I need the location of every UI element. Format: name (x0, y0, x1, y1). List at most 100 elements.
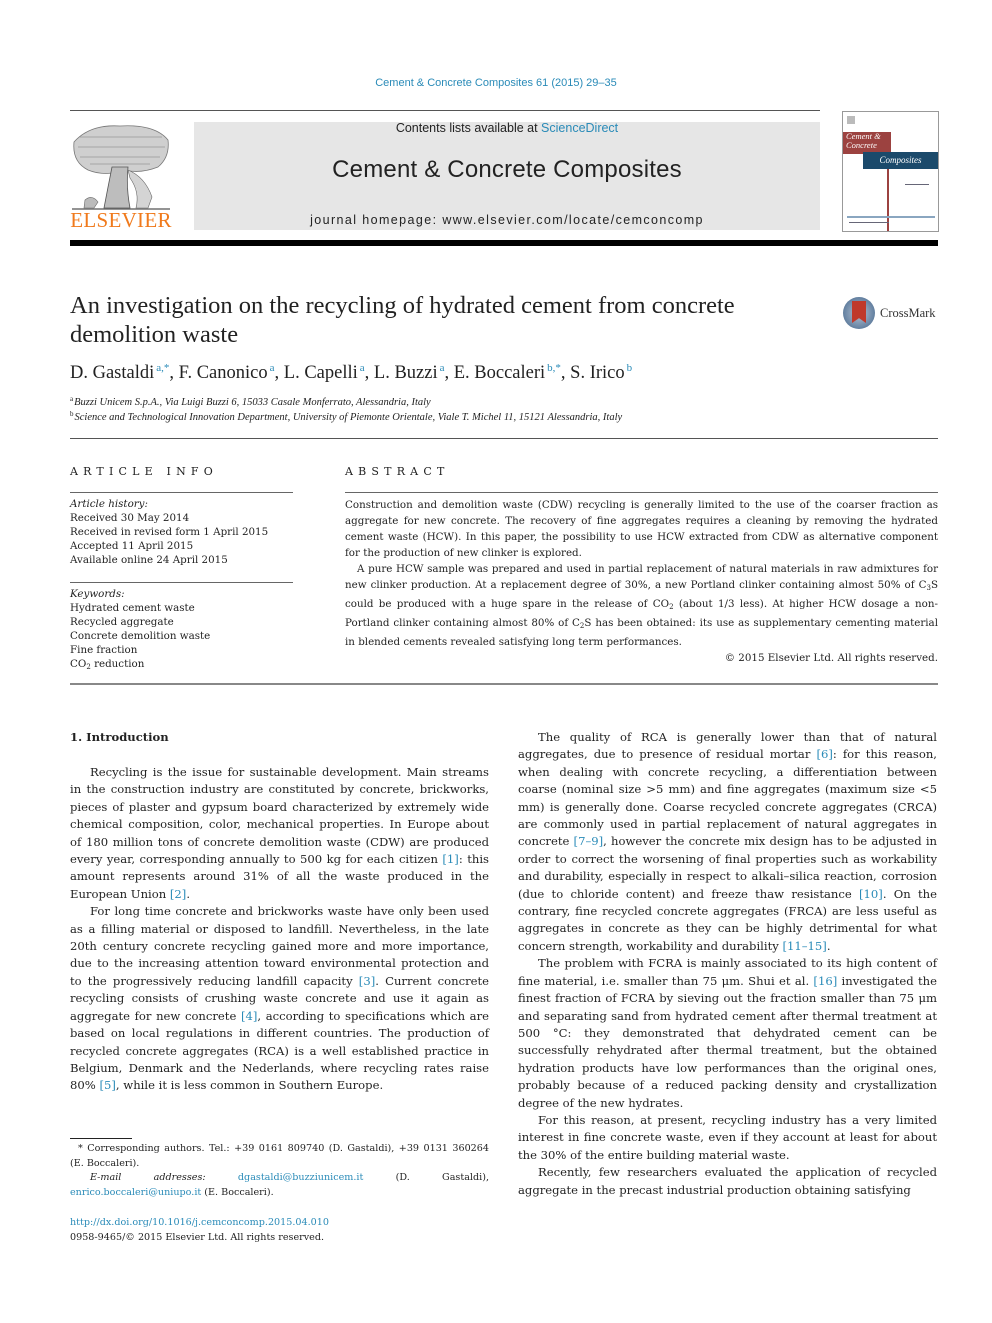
keywords-label: Keywords: (70, 588, 125, 600)
author-name: E. Boccaleri (453, 363, 546, 383)
cover-line-2: Concrete (846, 140, 877, 150)
contents-prefix: Contents lists available at (395, 121, 542, 135)
section-heading-introduction: 1. Introduction (70, 730, 169, 744)
email-owner: (D. Gastaldi), (363, 1172, 489, 1184)
author-affiliation-marker[interactable]: a (270, 362, 275, 374)
abstract-body: Construction and demolition waste (CDW) … (345, 497, 938, 666)
journal-cover-thumbnail[interactable]: Cement & Concrete Composites (842, 111, 939, 232)
homepage-url[interactable]: www.elsevier.com/locate/cemconcomp (442, 213, 704, 227)
affiliation-a: aBuzzi Unicem S.p.A., Via Luigi Buzzi 6,… (70, 395, 930, 408)
text-run: investigated the finest fraction of FCRA… (518, 973, 937, 1110)
divider (70, 492, 293, 493)
history-item: Received 30 May 2014 (70, 512, 190, 525)
body-column-right: The quality of RCA is generally lower th… (518, 729, 937, 1199)
keyword-item: Concrete demolition waste (70, 630, 211, 643)
doi-block: http://dx.doi.org/10.1016/j.cemconcomp.2… (70, 1216, 489, 1245)
citation-link[interactable]: [6] (816, 747, 832, 761)
cover-composites-band: Composites (863, 152, 938, 169)
author[interactable]: F. Canonico a (178, 362, 275, 383)
affiliation-text: Buzzi Unicem S.p.A., Via Luigi Buzzi 6, … (74, 397, 431, 408)
article-history-label: Article history: (70, 498, 148, 510)
journal-citation-link[interactable]: Cement & Concrete Composites 61 (2015) 2… (0, 77, 992, 89)
history-item: Received in revised form 1 April 2015 (70, 526, 269, 539)
doi-link[interactable]: http://dx.doi.org/10.1016/j.cemconcomp.2… (70, 1217, 329, 1228)
text-run: , while it is less common in Southern Eu… (115, 1078, 384, 1093)
crossmark-button[interactable]: CrossMark (843, 297, 943, 333)
cover-title-band: Cement & Concrete (843, 132, 891, 154)
abstract-paragraph: A pure HCW sample was prepared and used … (345, 561, 938, 650)
cover-detail-line (905, 184, 929, 185)
keyword-item: Fine fraction (70, 644, 138, 657)
affiliation-key: a (70, 395, 74, 403)
history-item: Accepted 11 April 2015 (70, 540, 194, 553)
abstract-paragraph: Construction and demolition waste (CDW) … (345, 499, 938, 559)
keyword-item: CO2 reduction (70, 657, 295, 674)
divider (345, 492, 938, 493)
divider (70, 582, 293, 583)
header-thick-rule (70, 240, 938, 246)
citation-link[interactable]: [1] (442, 852, 458, 866)
keywords: Keywords: Hydrated cement waste Recycled… (70, 587, 295, 675)
divider (70, 438, 938, 439)
author-name: F. Canonico (178, 363, 268, 383)
citation-link[interactable]: [4] (241, 1009, 257, 1023)
keyword-text: reduction (90, 658, 145, 671)
citation-link[interactable]: [16] (813, 974, 837, 988)
author[interactable]: S. Irico b (570, 362, 633, 383)
author[interactable]: L. Capelli a (283, 362, 365, 383)
author[interactable]: E. Boccaleri b,* (453, 362, 561, 383)
text-run: . (826, 938, 831, 953)
footnote-rule (70, 1138, 132, 1139)
keyword-item: Hydrated cement waste (70, 602, 195, 615)
email-addresses: E-mail addresses: dgastaldi@buzziunicem.… (70, 1171, 489, 1200)
article-info-heading: ARTICLE INFO (70, 465, 218, 478)
author-affiliation-marker[interactable]: a (360, 362, 365, 374)
author-affiliation-marker[interactable]: a,* (156, 362, 169, 374)
author-affiliation-marker[interactable]: a (440, 362, 445, 374)
cover-footer-line (849, 222, 889, 223)
article-history: Article history: Received 30 May 2014 Re… (70, 497, 295, 567)
author-affiliation-marker[interactable]: b,* (547, 362, 561, 374)
corresponding-author-footnote: * Corresponding authors. Tel.: +39 0161 … (70, 1142, 489, 1200)
history-item: Available online 24 April 2015 (70, 554, 228, 567)
citation-link[interactable]: [10] (859, 887, 883, 901)
author-name: S. Irico (570, 363, 625, 383)
keyword-text: CO (70, 658, 87, 671)
text-run: Recycling is the issue for sustainable d… (70, 765, 489, 867)
body-paragraph: For long time concrete and brickworks wa… (70, 903, 489, 1094)
email-owner: (E. Boccaleri). (201, 1186, 274, 1198)
body-paragraph: The problem with FCRA is mainly associat… (518, 955, 937, 1112)
author-affiliation-marker[interactable]: b (627, 362, 633, 374)
keyword-item: Recycled aggregate (70, 616, 174, 629)
author-name: L. Capelli (283, 363, 358, 383)
header-top-rule (70, 110, 820, 111)
affiliation-key: b (70, 410, 74, 418)
cover-publisher-icon (847, 116, 855, 124)
email-link[interactable]: enrico.boccaleri@uniupo.it (70, 1187, 201, 1198)
author-name: L. Buzzi (373, 363, 438, 383)
author[interactable]: D. Gastaldi a,* (70, 362, 169, 383)
citation-link[interactable]: [3] (359, 974, 375, 988)
author-name: D. Gastaldi (70, 363, 155, 383)
email-link[interactable]: dgastaldi@buzziunicem.it (238, 1172, 363, 1183)
citation-link[interactable]: [2] (170, 887, 186, 901)
text-run: A pure HCW sample was prepared and used … (345, 563, 938, 591)
citation-link[interactable]: [11–15] (782, 939, 826, 953)
affiliation-text: Science and Technological Innovation Dep… (74, 412, 623, 423)
issn-copyright: 0958-9465/© 2015 Elsevier Ltd. All right… (70, 1231, 325, 1243)
text-run: . (186, 886, 191, 901)
sciencedirect-link[interactable]: ScienceDirect (541, 121, 618, 135)
divider (70, 683, 938, 685)
citation-link[interactable]: [7–9] (574, 834, 604, 848)
abstract-heading: ABSTRACT (345, 465, 450, 478)
body-paragraph: For this reason, at present, recycling i… (518, 1112, 937, 1162)
affiliation-b: bScience and Technological Innovation De… (70, 410, 930, 423)
author[interactable]: L. Buzzi a (373, 362, 445, 383)
crossmark-label: CrossMark (880, 306, 936, 320)
email-label: E-mail addresses: (90, 1172, 206, 1184)
journal-name: Cement & Concrete Composites (332, 156, 682, 183)
citation-link[interactable]: [5] (99, 1078, 115, 1092)
elsevier-tree-logo-icon (70, 122, 172, 214)
homepage-prefix: journal homepage: (310, 213, 443, 227)
corresponding-author-note: * Corresponding authors. Tel.: +39 0161 … (70, 1143, 489, 1169)
